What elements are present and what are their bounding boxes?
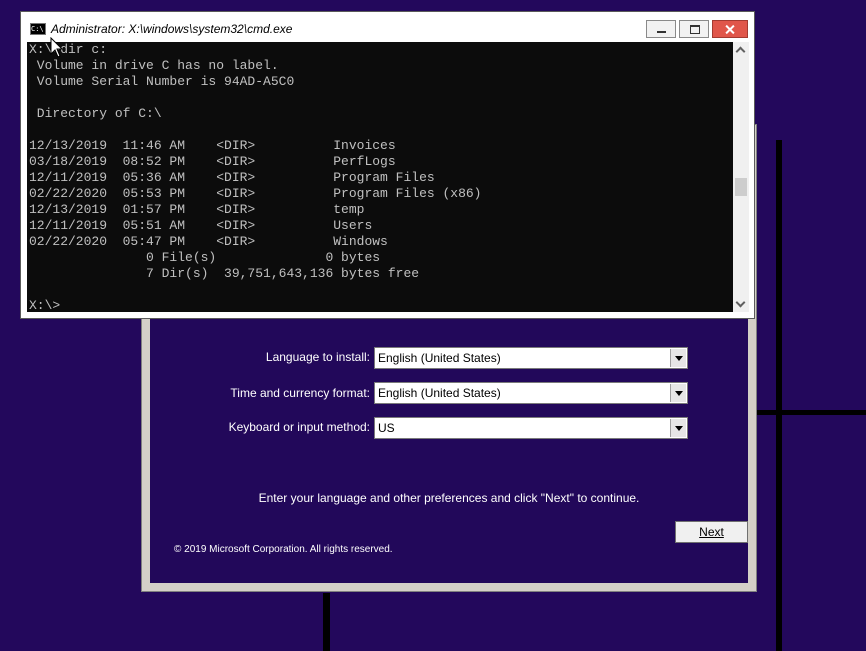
cmd-icon: C:\ — [30, 23, 46, 35]
maximize-button[interactable] — [679, 20, 709, 38]
console-line: X:\>dir c: — [29, 42, 108, 57]
console-line: Volume in drive C has no label. — [29, 58, 279, 73]
console-text: X:\>dir c: Volume in drive C has no labe… — [29, 42, 481, 312]
keyboard-select[interactable]: US — [374, 417, 688, 439]
desktop-seam — [776, 140, 782, 651]
console-line: Directory of C:\ — [29, 106, 162, 121]
scroll-thumb[interactable] — [735, 178, 747, 196]
language-select[interactable]: English (United States) — [374, 347, 688, 369]
language-value: English (United States) — [378, 351, 501, 365]
copyright-text: © 2019 Microsoft Corporation. All rights… — [174, 544, 393, 555]
next-button[interactable]: Next — [675, 521, 748, 543]
console-line: 12/13/2019 01:57 PM <DIR> temp — [29, 202, 365, 217]
cmd-window-title: Administrator: X:\windows\system32\cmd.e… — [51, 22, 293, 36]
minimize-button[interactable] — [646, 20, 676, 38]
desktop-seam — [755, 410, 866, 415]
keyboard-value: US — [378, 421, 395, 435]
console-line: 12/11/2019 05:36 AM <DIR> Program Files — [29, 170, 435, 185]
console-line: 03/18/2019 08:52 PM <DIR> PerfLogs — [29, 154, 396, 169]
console-line: 12/11/2019 05:51 AM <DIR> Users — [29, 218, 373, 233]
close-button[interactable] — [712, 20, 748, 38]
console-output[interactable]: X:\>dir c: Volume in drive C has no labe… — [27, 42, 733, 312]
console-line: Volume Serial Number is 94AD-A5C0 — [29, 74, 295, 89]
console-line: 7 Dir(s) 39,751,643,136 bytes free — [29, 266, 420, 281]
console-line: 0 File(s) 0 bytes — [29, 250, 381, 265]
cmd-titlebar[interactable]: C:\ Administrator: X:\windows\system32\c… — [21, 12, 754, 42]
console-line: X:\> — [29, 298, 61, 312]
console-line: 12/13/2019 11:46 AM <DIR> Invoices — [29, 138, 396, 153]
chevron-down-icon[interactable] — [670, 349, 686, 367]
mouse-cursor-icon — [50, 37, 64, 58]
scroll-down-icon[interactable] — [733, 296, 749, 312]
vertical-scrollbar[interactable] — [733, 42, 749, 312]
keyboard-label: Keyboard or input method: — [228, 420, 370, 434]
setup-hint-text: Enter your language and other preference… — [258, 491, 640, 505]
time-currency-label: Time and currency format: — [230, 386, 370, 400]
time-currency-value: English (United States) — [378, 386, 501, 400]
time-currency-select[interactable]: English (United States) — [374, 382, 688, 404]
cmd-window: C:\ Administrator: X:\windows\system32\c… — [20, 11, 755, 319]
console-line: 02/22/2020 05:47 PM <DIR> Windows — [29, 234, 388, 249]
chevron-down-icon[interactable] — [670, 384, 686, 402]
language-label: Language to install: — [265, 350, 370, 364]
console-line: 02/22/2020 05:53 PM <DIR> Program Files … — [29, 186, 482, 201]
scroll-up-icon[interactable] — [733, 42, 749, 58]
desktop-seam — [323, 593, 330, 651]
chevron-down-icon[interactable] — [670, 419, 686, 437]
